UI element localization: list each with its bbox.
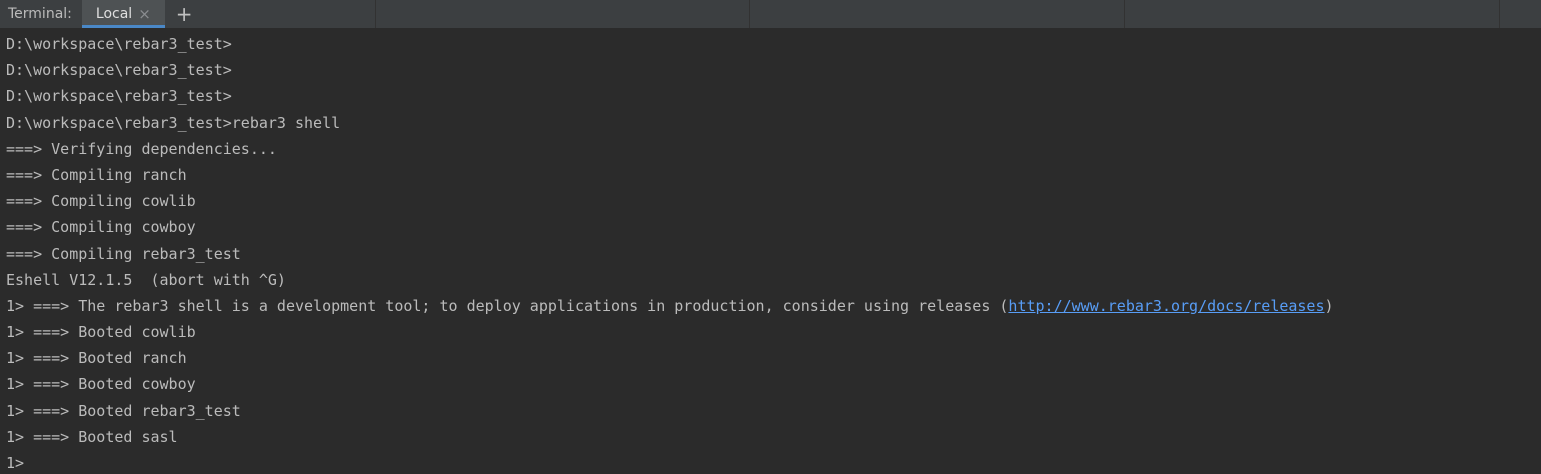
terminal-window: Terminal: Local × + D:\workspace\rebar3_… — [0, 0, 1541, 474]
terminal-line: D:\workspace\rebar3_test> — [6, 35, 232, 53]
terminal-line: 1> ===> Booted cowboy — [6, 375, 196, 394]
terminal-line: ===> Compiling cowlib — [6, 192, 196, 211]
terminal-line: ===> Verifying dependencies... — [6, 139, 277, 158]
terminal-line: 1> ===> The rebar3 shell is a developmen… — [6, 293, 1541, 319]
add-tab-icon[interactable]: + — [165, 0, 204, 28]
terminal-output[interactable]: D:\workspace\rebar3_test> D:\workspace\re… — [0, 28, 1541, 474]
terminal-line: 1> — [6, 454, 25, 472]
terminal-tabbar: Terminal: Local × + — [0, 0, 1541, 28]
terminal-tool-title: Terminal: — [8, 6, 72, 22]
terminal-line: 1> ===> Booted sasl — [6, 427, 178, 446]
tab-local-label: Local — [95, 6, 133, 22]
terminal-line: ===> Compiling cowboy — [6, 218, 196, 237]
terminal-line: D:\workspace\rebar3_test> — [6, 87, 232, 106]
tabbar-divider — [1499, 0, 1500, 28]
terminal-line: 1> ===> Booted cowlib — [6, 323, 196, 342]
tabbar-divider — [375, 0, 376, 28]
terminal-line-text: 1> ===> The rebar3 shell is a developmen… — [6, 296, 1009, 315]
terminal-line: D:\workspace\rebar3_test>rebar3 shell — [6, 113, 341, 132]
tabbar-divider — [1124, 0, 1125, 28]
tabbar-divider — [749, 0, 750, 28]
terminal-line-text: ) — [1324, 296, 1334, 315]
terminal-line: ===> Compiling rebar3_test — [6, 244, 241, 263]
terminal-line: Eshell V12.1.5 (abort with ^G) — [6, 270, 286, 289]
terminal-line: 1> ===> Booted ranch — [6, 349, 187, 368]
terminal-line: 1> ===> Booted rebar3_test — [6, 401, 241, 420]
terminal-line: D:\workspace\rebar3_test> — [6, 61, 232, 80]
close-icon[interactable]: × — [138, 6, 151, 22]
tab-local[interactable]: Local × — [81, 0, 165, 28]
releases-docs-link[interactable]: http://www.rebar3.org/docs/releases — [1008, 297, 1324, 315]
terminal-line: ===> Compiling ranch — [6, 165, 187, 184]
